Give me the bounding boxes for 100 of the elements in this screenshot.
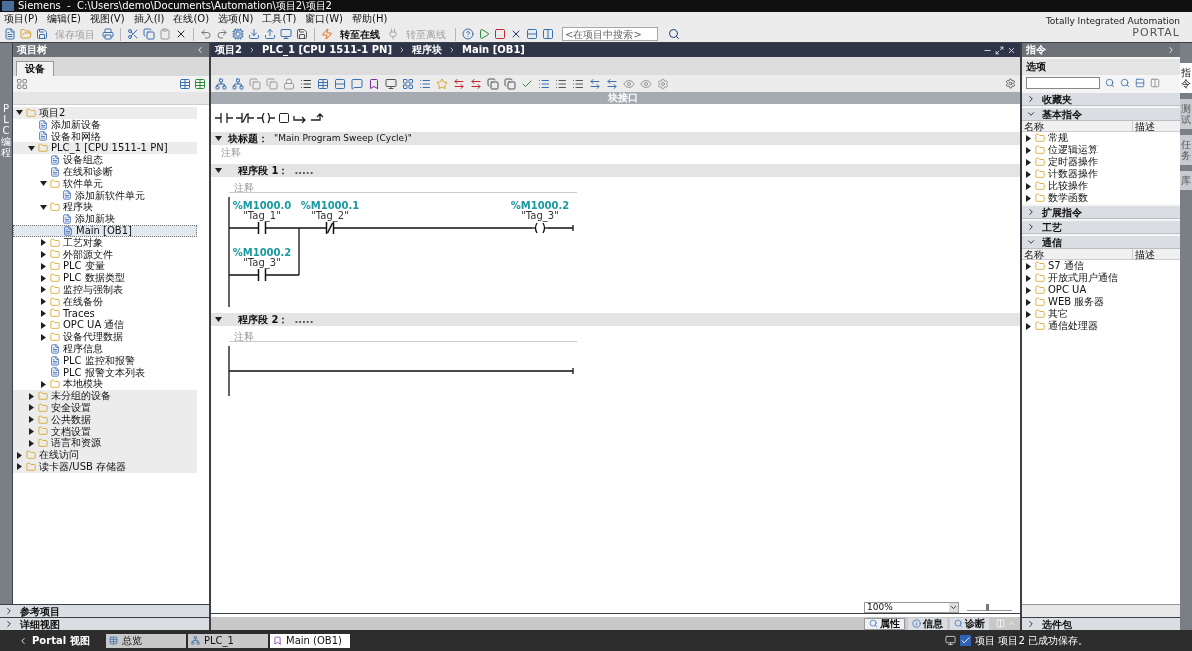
collapse-icon[interactable] <box>1166 45 1176 55</box>
empty-box-icon[interactable] <box>278 112 290 124</box>
undo-icon[interactable] <box>200 28 212 40</box>
tree-item[interactable]: PLC_1 [CPU 1511-1 PN] <box>13 142 197 155</box>
network-title-placeholder[interactable]: ..... <box>294 164 314 177</box>
arrows-icon[interactable] <box>453 77 465 90</box>
section-header[interactable]: 扩展指令 <box>1022 206 1180 219</box>
tree-item[interactable]: 软件单元 <box>13 177 197 190</box>
list-icon[interactable] <box>555 77 567 90</box>
tree-item[interactable]: 设备组态 <box>13 154 197 166</box>
expand-arrow-icon[interactable] <box>40 380 47 388</box>
menu-item[interactable]: 编辑(E) <box>46 12 81 26</box>
side-tab[interactable]: 库 <box>1180 171 1192 190</box>
expand-arrow-icon[interactable] <box>16 463 23 471</box>
instruction-folder[interactable]: 数学函数 <box>1022 192 1180 204</box>
table-icon[interactable] <box>179 78 191 90</box>
menu-item[interactable]: 窗口(W) <box>305 12 343 26</box>
arrows-icon[interactable] <box>589 77 601 90</box>
network-title-placeholder[interactable]: ..... <box>294 313 314 326</box>
search-field[interactable]: <在项目中搜索> <box>562 27 658 41</box>
expand-arrow-icon[interactable] <box>28 427 35 435</box>
tree-item[interactable]: 语言和资源 <box>13 437 197 450</box>
tree-item[interactable]: 添加新软件单元 <box>13 189 197 202</box>
chevron-right-icon[interactable] <box>1026 619 1036 629</box>
chip-icon[interactable] <box>232 28 244 40</box>
menu-item[interactable]: 在线(O) <box>173 12 210 26</box>
tree-item[interactable]: 设备和网络 <box>13 130 197 143</box>
instruction-folder[interactable]: 比较操作 <box>1022 180 1180 192</box>
inspector-tab[interactable]: 信息 <box>908 617 947 630</box>
expand-arrow-icon[interactable] <box>28 392 35 400</box>
normally-open-contact-icon[interactable] <box>215 113 233 123</box>
arrows-icon[interactable] <box>606 77 618 90</box>
tree-item[interactable]: 添加新块 <box>13 213 197 225</box>
tree-item[interactable]: PLC 数据类型 <box>13 272 197 284</box>
tree-item[interactable]: PLC 报警文本列表 <box>13 366 197 379</box>
tree-item[interactable]: 外部源文件 <box>13 248 197 261</box>
insert-network-icon[interactable] <box>215 77 227 90</box>
close-icon[interactable] <box>175 28 187 40</box>
portal-view-button[interactable]: Portal 视图 <box>4 633 104 648</box>
stop-icon[interactable] <box>494 28 506 40</box>
tree-item[interactable]: 在线和诊断 <box>13 166 197 178</box>
expand-arrow-icon[interactable] <box>215 135 222 142</box>
expand-arrow-icon[interactable] <box>40 203 47 211</box>
zoom-slider[interactable] <box>967 603 1012 611</box>
expand-arrow-icon[interactable] <box>40 321 47 329</box>
tree-item[interactable]: 在线备份 <box>13 295 197 308</box>
panel-tab[interactable]: 设备 <box>16 61 54 76</box>
coil-icon[interactable] <box>257 113 275 123</box>
side-tab[interactable]: 任务 <box>1180 135 1192 165</box>
expand-arrow-icon[interactable] <box>16 109 23 117</box>
layout-icon[interactable] <box>1135 78 1145 88</box>
breadcrumb-item[interactable]: Main [OB1] <box>462 43 525 57</box>
close-icon[interactable] <box>1007 45 1016 55</box>
grid-icon[interactable] <box>402 77 414 90</box>
open-branch-icon[interactable] <box>293 113 307 123</box>
section-header[interactable]: 参考项目 <box>0 604 209 617</box>
tree-item[interactable]: 程序块 <box>13 201 197 214</box>
menu-item[interactable]: 选项(N) <box>218 12 254 26</box>
collapse-icon[interactable] <box>195 45 205 55</box>
search-icon[interactable] <box>668 28 680 40</box>
save-icon[interactable] <box>296 28 308 40</box>
new-file-icon[interactable] <box>4 28 16 40</box>
scissors-icon[interactable] <box>127 28 139 40</box>
horizontal-scrollbar[interactable] <box>1022 604 1180 617</box>
expand-arrow-icon[interactable] <box>28 439 35 447</box>
table-icon[interactable] <box>194 78 206 90</box>
expand-arrow-icon[interactable] <box>40 262 47 270</box>
split-rows-icon[interactable] <box>526 28 538 40</box>
printer-icon[interactable] <box>102 28 114 40</box>
instruction-folder[interactable]: 位逻辑运算 <box>1022 144 1180 156</box>
tree-item[interactable]: OPC UA 通信 <box>13 319 197 332</box>
toolbar-button[interactable]: 转至在线 <box>337 26 383 42</box>
expand-arrow-icon[interactable] <box>40 239 47 247</box>
copy-icon[interactable] <box>487 77 499 90</box>
menu-item[interactable]: 视图(V) <box>89 12 125 26</box>
search-icon[interactable] <box>1105 78 1115 88</box>
expand-arrow-icon[interactable] <box>215 316 222 323</box>
side-tab[interactable]: 指令 <box>1180 63 1192 93</box>
tree-item[interactable]: 未分组的设备 <box>13 390 197 402</box>
section-header[interactable]: 收藏夹 <box>1022 93 1180 106</box>
bookmark-icon[interactable] <box>368 77 380 90</box>
help-icon[interactable] <box>462 28 474 40</box>
tree-item[interactable]: 工艺对象 <box>13 236 197 249</box>
section-header[interactable]: 基本指令 <box>1022 108 1180 121</box>
upload-icon[interactable] <box>264 28 276 40</box>
list-icon[interactable] <box>572 77 584 90</box>
tree-item[interactable]: PLC 监控和报警 <box>13 354 197 367</box>
expand-arrow-icon[interactable] <box>28 144 35 152</box>
expand-arrow-icon[interactable] <box>28 404 35 412</box>
section-header[interactable]: 选件包 <box>1022 617 1180 630</box>
split-columns-icon[interactable] <box>542 28 554 40</box>
menu-item[interactable]: 插入(I) <box>133 12 165 26</box>
expand-arrow-icon[interactable] <box>40 309 47 317</box>
inspector-tab[interactable]: 诊断 <box>950 617 989 630</box>
tree-item[interactable]: 本地模块 <box>13 378 197 391</box>
column-header[interactable]: 名称 <box>1022 121 1132 131</box>
expand-arrow-icon[interactable] <box>40 250 47 258</box>
list-icon[interactable] <box>300 77 312 90</box>
tree-item[interactable]: 程序信息 <box>13 342 197 355</box>
settings-icon[interactable] <box>1005 78 1016 89</box>
